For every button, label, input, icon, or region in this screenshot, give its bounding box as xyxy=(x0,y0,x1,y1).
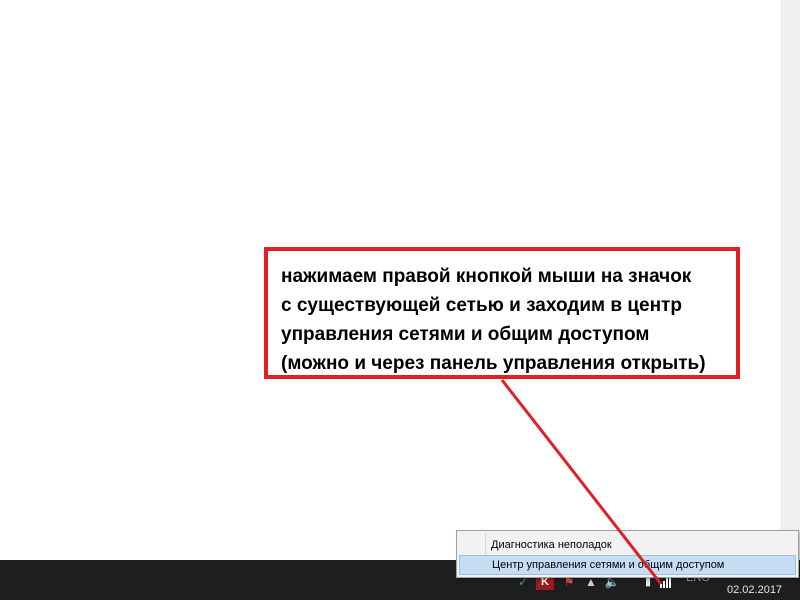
callout-line-4: (можно и через панель управления открыть… xyxy=(281,353,706,374)
menu-item-network-center[interactable]: Центр управления сетями и общим доступом xyxy=(459,555,796,575)
instruction-callout: нажимаем правой кнопкой мыши на значок с… xyxy=(264,247,740,379)
clock-date[interactable]: 02.02.2017 xyxy=(727,584,782,596)
menu-item-troubleshoot[interactable]: Диагностика неполадок xyxy=(459,535,796,555)
network-context-menu: Диагностика неполадок Центр управления с… xyxy=(456,530,799,578)
callout-line-1: нажимаем правой кнопкой мыши на значок xyxy=(281,266,692,287)
window-scrollbar-strip xyxy=(781,0,800,560)
callout-line-2: с существующей сетью и заходим в центр xyxy=(281,295,682,316)
callout-line-3: управления сетями и общим доступом xyxy=(281,324,650,345)
callout-text: нажимаем правой кнопкой мыши на значок с… xyxy=(281,262,736,378)
